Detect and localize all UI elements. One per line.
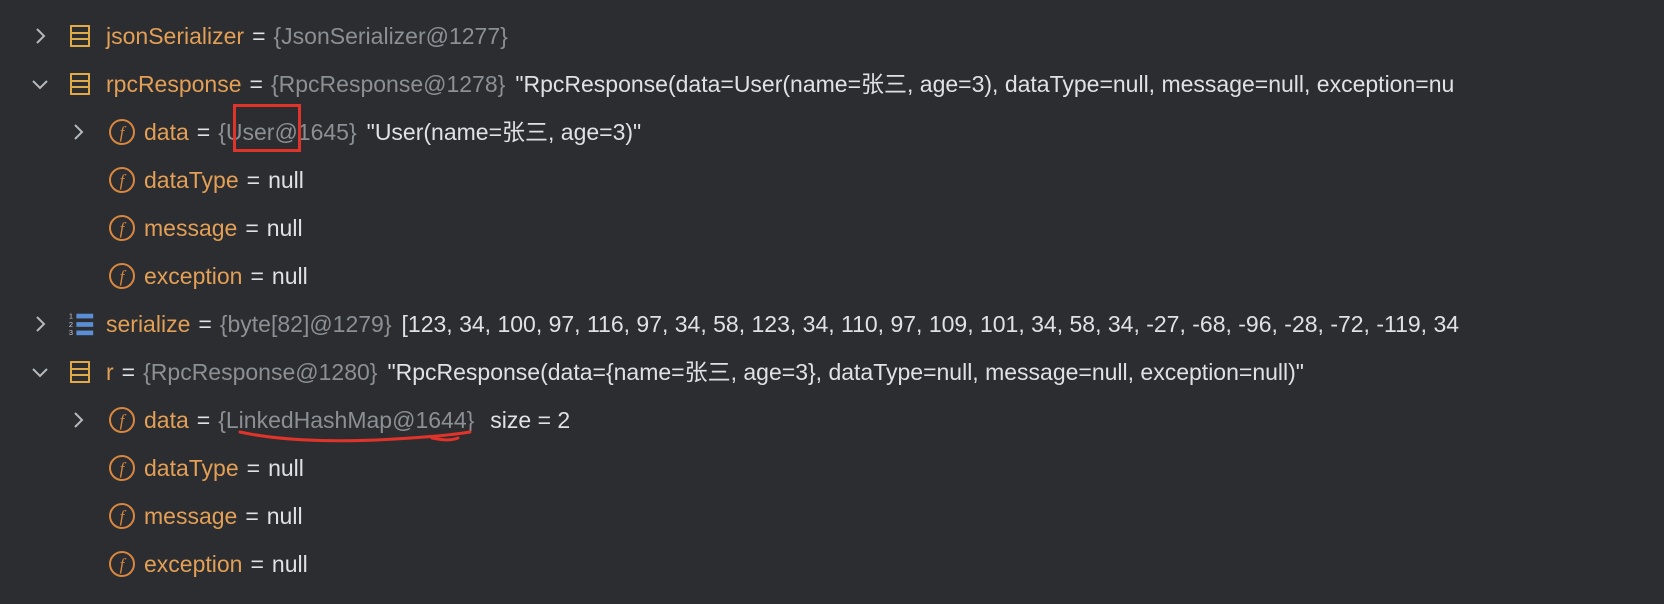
field-icon: f xyxy=(109,551,135,577)
field-row-message[interactable]: f message = null xyxy=(0,204,1664,252)
equals-sign: = xyxy=(245,215,259,241)
variable-value: [123, 34, 100, 97, 116, 97, 34, 58, 123,… xyxy=(401,311,1460,337)
field-icon: f xyxy=(109,263,135,289)
field-row-exception[interactable]: f exception = null xyxy=(0,252,1664,300)
chevron-right-icon[interactable] xyxy=(30,314,50,334)
svg-text:f: f xyxy=(120,123,127,142)
svg-text:f: f xyxy=(120,459,127,478)
field-value: size = 2 xyxy=(490,407,571,433)
svg-text:f: f xyxy=(120,219,127,238)
svg-text:f: f xyxy=(120,507,127,526)
field-name: dataType xyxy=(144,167,239,193)
field-name: data xyxy=(144,119,189,145)
svg-text:f: f xyxy=(120,555,127,574)
svg-text:f: f xyxy=(120,267,127,286)
variable-type: {RpcResponse@1278} xyxy=(270,71,506,97)
svg-text:3: 3 xyxy=(69,328,73,337)
equals-sign: = xyxy=(250,263,264,289)
field-name: dataType xyxy=(144,455,239,481)
svg-text:f: f xyxy=(120,411,127,430)
field-row-dataType[interactable]: f dataType = null xyxy=(0,156,1664,204)
variable-value: "RpcResponse(data={name=张三, age=3}, data… xyxy=(387,359,1304,385)
chevron-right-icon[interactable] xyxy=(30,26,50,46)
field-icon: f xyxy=(109,503,135,529)
equals-sign: = xyxy=(246,167,261,193)
variable-name: serialize xyxy=(106,311,191,337)
field-name: message xyxy=(144,215,238,241)
field-row-dataType[interactable]: f dataType = null xyxy=(0,444,1664,492)
field-value: null xyxy=(266,215,303,241)
variable-type: {byte[82]@1279} xyxy=(219,311,392,337)
equals-sign: = xyxy=(245,503,259,529)
field-name: exception xyxy=(144,263,243,289)
array-variable-icon: 1 2 3 xyxy=(69,311,94,337)
variable-row-rpcResponse[interactable]: rpcResponse = {RpcResponse@1278} "RpcRes… xyxy=(0,60,1664,108)
variable-row-jsonSerializer[interactable]: jsonSerializer = {JsonSerializer@1277} xyxy=(0,12,1664,60)
field-row-data[interactable]: f data = {LinkedHashMap@1644} size = 2 xyxy=(0,396,1664,444)
field-icon: f xyxy=(109,455,135,481)
variable-row-serialize[interactable]: 1 2 3 serialize = {byte[82]@1279} [123, … xyxy=(0,300,1664,348)
equals-sign: = xyxy=(196,407,211,433)
field-icon: f xyxy=(109,119,135,145)
field-row-message[interactable]: f message = null xyxy=(0,492,1664,540)
field-value: null xyxy=(266,503,303,529)
object-variable-icon xyxy=(70,73,90,95)
debugger-variables-tree: jsonSerializer = {JsonSerializer@1277} r… xyxy=(0,0,1664,604)
equals-sign: = xyxy=(246,455,261,481)
object-variable-icon xyxy=(70,25,90,47)
chevron-down-icon[interactable] xyxy=(30,362,50,382)
equals-sign: = xyxy=(252,23,266,49)
field-name: data xyxy=(144,407,189,433)
field-type: {LinkedHashMap@1644} xyxy=(218,407,475,433)
svg-text:f: f xyxy=(120,171,127,190)
chevron-right-icon[interactable] xyxy=(68,410,88,430)
field-row-exception[interactable]: f exception = null xyxy=(0,540,1664,588)
field-type-name: User xyxy=(225,119,275,145)
field-value: null xyxy=(268,167,304,193)
variable-value: "RpcResponse(data=User(name=张三, age=3), … xyxy=(515,71,1455,97)
field-type-suffix: @1645} xyxy=(274,119,357,145)
field-icon: f xyxy=(109,215,135,241)
field-value: null xyxy=(271,551,308,577)
variable-name: jsonSerializer xyxy=(106,23,245,49)
equals-sign: = xyxy=(249,71,263,97)
field-type-prefix: { xyxy=(218,119,226,145)
equals-sign: = xyxy=(250,551,264,577)
chevron-right-icon[interactable] xyxy=(68,122,88,142)
field-icon: f xyxy=(109,167,135,193)
field-name: exception xyxy=(144,551,243,577)
equals-sign: = xyxy=(196,119,211,145)
field-name: message xyxy=(144,503,238,529)
equals-sign: = xyxy=(198,311,212,337)
variable-type: {RpcResponse@1280} xyxy=(143,359,378,385)
field-row-data[interactable]: f data = { User @1645} "User(name=张三, ag… xyxy=(0,108,1664,156)
field-value: null xyxy=(268,455,304,481)
variable-name: r xyxy=(106,359,114,385)
variable-type: {JsonSerializer@1277} xyxy=(273,23,508,49)
field-value: null xyxy=(271,263,308,289)
variable-row-r[interactable]: r = {RpcResponse@1280} "RpcResponse(data… xyxy=(0,348,1664,396)
equals-sign: = xyxy=(121,359,136,385)
partial-row-top xyxy=(0,0,1664,6)
chevron-down-icon[interactable] xyxy=(30,74,50,94)
field-icon: f xyxy=(109,407,135,433)
field-value: "User(name=张三, age=3)" xyxy=(366,119,642,145)
object-variable-icon xyxy=(70,361,90,383)
variable-name: rpcResponse xyxy=(106,71,242,97)
